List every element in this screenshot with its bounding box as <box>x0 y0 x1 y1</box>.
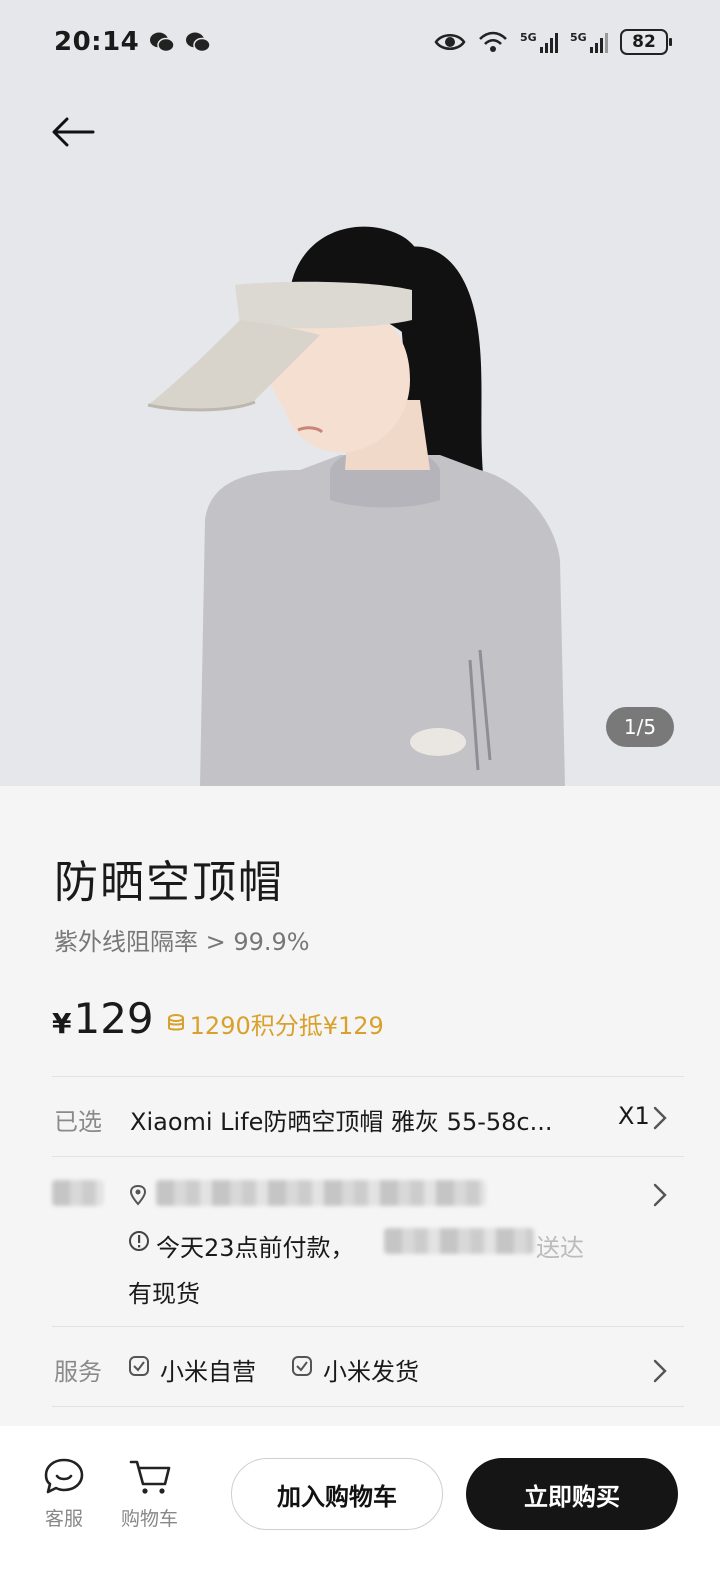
info-icon <box>129 1231 149 1251</box>
redacted-label <box>52 1180 104 1206</box>
delivery-notice-tail: 送达 <box>536 1234 584 1262</box>
image-page-indicator: 1/5 <box>606 707 674 747</box>
selected-spec-value: Xiaomi Life防晒空顶帽 雅灰 55-58c... <box>130 1108 553 1136</box>
divider <box>52 1406 684 1407</box>
price-row: ¥ 129 1290积分抵¥129 <box>52 994 384 1043</box>
wechat-notification-icon <box>150 32 176 53</box>
redacted-address <box>156 1180 486 1206</box>
product-photo <box>0 0 720 786</box>
eye-icon <box>434 34 466 50</box>
product-info-panel: 防晒空顶帽 紫外线阻隔率 > 99.9% ¥ 129 1290积分抵¥129 已… <box>0 786 720 1426</box>
svg-text:5G: 5G <box>570 31 587 44</box>
chevron-right-icon <box>653 1183 667 1207</box>
signal-5g-icon: 5G <box>520 31 558 53</box>
chevron-right-icon <box>653 1359 667 1383</box>
chat-bubble-icon <box>44 1458 84 1494</box>
selected-quantity: X1 <box>618 1102 650 1130</box>
bottom-action-bar: 客服 购物车 加入购物车 立即购买 <box>0 1426 720 1581</box>
divider <box>52 1156 684 1157</box>
wechat-notification-icon <box>186 32 212 53</box>
delivery-notice: 今天23点前付款， <box>156 1234 355 1262</box>
service-label: 服务 <box>54 1358 102 1386</box>
location-icon <box>129 1184 147 1206</box>
customer-service-label: 客服 <box>44 1508 83 1530</box>
signal-5g-icon: 5G <box>570 31 608 53</box>
service-tag: 小米自营 <box>160 1358 256 1386</box>
points-offer: 1290积分抵¥129 <box>166 1006 384 1041</box>
svg-text:5G: 5G <box>520 31 537 44</box>
price-currency: ¥ <box>52 1007 72 1040</box>
check-badge-icon <box>129 1356 149 1376</box>
buy-now-button[interactable]: 立即购买 <box>466 1458 678 1530</box>
product-image-gallery[interactable]: 1/5 <box>0 0 720 786</box>
cart-button[interactable]: 购物车 <box>121 1456 178 1531</box>
battery-indicator: 82 <box>620 29 672 55</box>
stock-status: 有现货 <box>128 1280 200 1308</box>
selected-label: 已选 <box>54 1108 102 1136</box>
product-subtitle: 紫外线阻隔率 > 99.9% <box>54 928 310 956</box>
status-time: 20:14 <box>54 27 140 57</box>
cart-label: 购物车 <box>121 1508 179 1530</box>
customer-service-button[interactable]: 客服 <box>42 1456 86 1531</box>
points-offer-text: 1290积分抵¥129 <box>189 1011 384 1040</box>
coin-stack-icon <box>167 1014 184 1031</box>
arrow-left-icon <box>52 117 95 147</box>
redacted-delivery-time <box>384 1228 534 1254</box>
service-tag: 小米发货 <box>323 1358 419 1386</box>
wifi-icon <box>479 31 507 52</box>
product-price: 129 <box>73 994 154 1043</box>
status-bar: 20:14 5G 5G 82 <box>0 0 720 84</box>
add-to-cart-button[interactable]: 加入购物车 <box>231 1458 443 1530</box>
chevron-right-icon <box>653 1106 667 1130</box>
product-title: 防晒空顶帽 <box>54 857 284 908</box>
battery-level: 82 <box>632 32 656 52</box>
check-badge-icon <box>292 1356 312 1376</box>
delivery-row[interactable]: 今天23点前付款， 送达 有现货 <box>0 1158 720 1324</box>
service-row[interactable]: 服务 小米自营 小米发货 <box>0 1328 720 1406</box>
divider <box>52 1326 684 1327</box>
shopping-cart-icon <box>129 1460 170 1494</box>
selected-spec-row[interactable]: 已选 Xiaomi Life防晒空顶帽 雅灰 55-58c... X1 <box>0 1078 720 1156</box>
divider <box>52 1076 684 1077</box>
back-button[interactable] <box>46 108 100 156</box>
